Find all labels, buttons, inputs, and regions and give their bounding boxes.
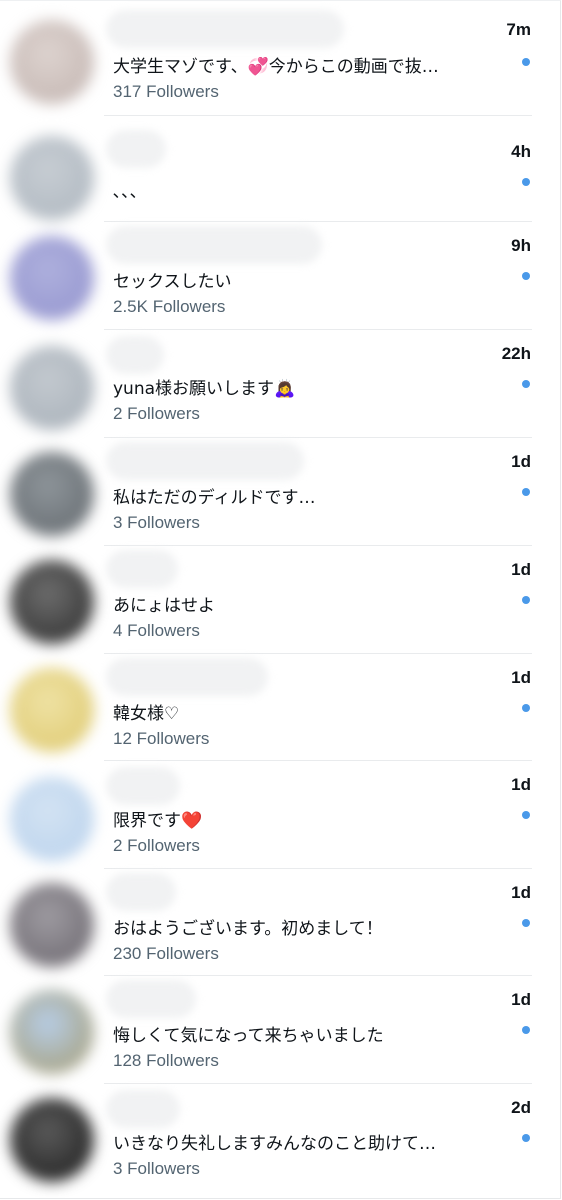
- username-redacted: [106, 1090, 180, 1128]
- timestamp: 1d: [511, 452, 531, 471]
- unread-indicator-icon: [522, 596, 530, 604]
- follower-count: 317 Followers: [113, 82, 219, 101]
- timestamp: 9h: [511, 236, 531, 255]
- message-preview: 悔しくて気になって来ちゃいました: [113, 1026, 384, 1046]
- message-preview: 限界です❤️: [113, 811, 203, 831]
- avatar[interactable]: [10, 777, 94, 861]
- avatar[interactable]: [10, 990, 94, 1074]
- timestamp: 1d: [511, 883, 531, 902]
- message-preview: いきなり失礼しますみんなのこと助けて…: [113, 1134, 436, 1154]
- avatar[interactable]: [10, 452, 94, 536]
- avatar[interactable]: [10, 20, 94, 104]
- username-redacted: [106, 130, 166, 168]
- conversation-row[interactable]: 1d 悔しくて気になって来ちゃいました 128 Followers: [0, 976, 562, 1084]
- avatar[interactable]: [10, 668, 94, 752]
- follower-count: 2 Followers: [113, 836, 200, 855]
- timestamp: 4h: [511, 142, 531, 161]
- message-preview: セックスしたい: [113, 272, 232, 292]
- unread-indicator-icon: [522, 58, 530, 66]
- unread-indicator-icon: [522, 380, 530, 388]
- conversation-row[interactable]: 1d 私はただのディルドです… 3 Followers: [0, 438, 562, 546]
- avatar[interactable]: [10, 560, 94, 644]
- username-redacted: [106, 550, 178, 588]
- conversation-row[interactable]: 1d あにょはせよ 4 Followers: [0, 546, 562, 654]
- timestamp: 2d: [511, 1098, 531, 1117]
- unread-indicator-icon: [522, 1134, 530, 1142]
- username-redacted: [106, 658, 268, 696]
- conversation-row[interactable]: 4h ､､､: [0, 116, 562, 222]
- message-preview: 大学生マゾです、💞今からこの動画で抜…: [113, 57, 439, 77]
- username-redacted: [106, 10, 344, 48]
- username-redacted: [106, 767, 180, 805]
- avatar[interactable]: [10, 136, 94, 220]
- unread-indicator-icon: [522, 178, 530, 186]
- username-redacted: [106, 442, 304, 480]
- follower-count: 2 Followers: [113, 404, 200, 423]
- avatar[interactable]: [10, 236, 94, 320]
- unread-indicator-icon: [522, 919, 530, 927]
- unread-indicator-icon: [522, 704, 530, 712]
- conversation-row[interactable]: 1d 韓女様♡ 12 Followers: [0, 654, 562, 761]
- follower-count: 230 Followers: [113, 944, 219, 963]
- unread-indicator-icon: [522, 1026, 530, 1034]
- follower-count: 4 Followers: [113, 621, 200, 640]
- conversation-row[interactable]: 7m 大学生マゾです、💞今からこの動画で抜… 317 Followers: [0, 0, 562, 116]
- username-redacted: [106, 873, 176, 911]
- username-redacted: [106, 336, 164, 374]
- conversation-row[interactable]: 9h セックスしたい 2.5K Followers: [0, 222, 562, 330]
- message-preview: ､､､: [113, 182, 139, 202]
- message-preview: yuna様お願いします🙇‍♀️: [113, 379, 296, 399]
- unread-indicator-icon: [522, 272, 530, 280]
- username-redacted: [106, 226, 322, 264]
- timestamp: 22h: [501, 344, 531, 363]
- timestamp: 7m: [506, 20, 531, 39]
- conversation-row[interactable]: 2d いきなり失礼しますみんなのこと助けて… 3 Followers: [0, 1084, 562, 1200]
- avatar[interactable]: [10, 346, 94, 430]
- message-preview: あにょはせよ: [113, 596, 215, 616]
- conversation-row[interactable]: 1d 限界です❤️ 2 Followers: [0, 761, 562, 869]
- conversation-row[interactable]: 1d おはようございます。初めまして！ 230 Followers: [0, 869, 562, 976]
- timestamp: 1d: [511, 668, 531, 687]
- avatar[interactable]: [10, 1098, 94, 1182]
- follower-count: 2.5K Followers: [113, 297, 226, 316]
- avatar[interactable]: [10, 883, 94, 967]
- follower-count: 3 Followers: [113, 513, 200, 532]
- message-preview: 韓女様♡: [113, 704, 180, 724]
- unread-indicator-icon: [522, 811, 530, 819]
- message-preview: おはようございます。初めまして！: [113, 919, 383, 939]
- follower-count: 12 Followers: [113, 729, 210, 748]
- follower-count: 128 Followers: [113, 1051, 219, 1070]
- conversation-row[interactable]: 22h yuna様お願いします🙇‍♀️ 2 Followers: [0, 330, 562, 438]
- timestamp: 1d: [511, 775, 531, 794]
- timestamp: 1d: [511, 560, 531, 579]
- unread-indicator-icon: [522, 488, 530, 496]
- username-redacted: [106, 980, 196, 1018]
- timestamp: 1d: [511, 990, 531, 1009]
- follower-count: 3 Followers: [113, 1159, 200, 1178]
- message-preview: 私はただのディルドです…: [113, 488, 316, 508]
